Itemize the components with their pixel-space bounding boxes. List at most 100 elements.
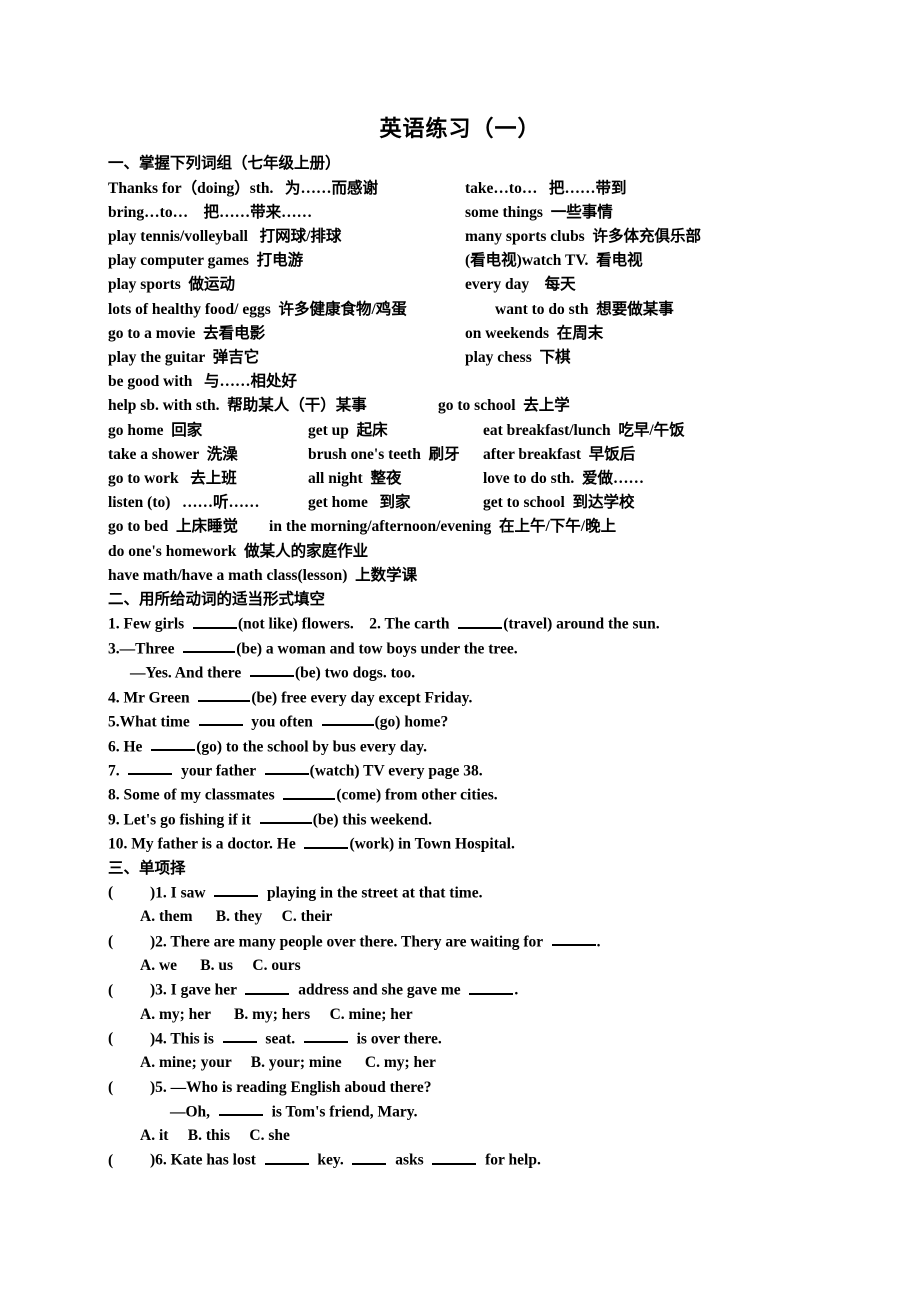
multiple-choice-question-blank[interactable] (303, 1027, 348, 1044)
fill-in-blank-item-text: (work) in Town Hospital. (349, 835, 515, 853)
fill-in-blank-item-text: 5.What time (108, 713, 198, 731)
multiple-choice-question-text: . (514, 981, 519, 999)
multiple-choice-options[interactable]: A. mine; your B. your; mine C. my; her (108, 1051, 908, 1075)
fill-in-blank-item-blank[interactable] (249, 661, 294, 678)
vocab-entry: go to work 去上班 (108, 470, 237, 488)
multiple-choice-question-blank[interactable] (551, 930, 596, 946)
fill-in-blank-item-blank[interactable] (151, 735, 196, 751)
multiple-choice-question-text: . (596, 932, 601, 950)
fill-in-blank-item-text: (go) home? (374, 713, 449, 731)
vocab-entry: every day 每天 (465, 276, 576, 294)
vocab-entry: love to do sth. 爱做…… (483, 470, 645, 488)
vocab-row: go to work 去上班 all night 整夜 love to do sth… (108, 467, 908, 491)
fill-in-blank-item-text: (watch) TV every page 38. (309, 762, 483, 780)
vocab-entry: bring…to… 把……带来…… (108, 203, 313, 221)
vocab-row: play tennis/volleyball 打网球/排球 many sports… (108, 225, 908, 249)
vocab-row: bring…to… 把……带来…… some things 一些事情 (108, 201, 908, 225)
vocab-entry: play chess 下棋 (465, 349, 571, 367)
fill-in-blank-item-text: (travel) around the sun. (503, 615, 660, 633)
multiple-choice-question-text: )4. This is (150, 1030, 222, 1048)
answer-bracket[interactable]: ( (108, 1076, 150, 1100)
vocabulary-list: Thanks for（doing）sth. 为……而感谢 take…to… 把……… (108, 177, 908, 588)
multiple-choice-question-text: asks (387, 1151, 432, 1169)
multiple-choice-options[interactable]: A. my; her B. my; hers C. mine; her (108, 1003, 908, 1027)
fill-in-blank-item: 8. Some of my classmates (come) from oth… (108, 783, 908, 807)
answer-bracket[interactable]: ( (108, 930, 150, 954)
multiple-choice-question-text: is over there. (348, 1030, 442, 1048)
multiple-choice-question-blank[interactable] (469, 978, 514, 995)
section-two-heading: 二、用所给动词的适当形式填空 (108, 591, 326, 609)
vocab-entry: be good with 与……相处好 (108, 373, 298, 391)
vocab-entry: take…to… 把……带到 (465, 179, 627, 197)
fill-in-blank-item-blank[interactable] (283, 783, 336, 800)
fill-in-blank-item-text: (not like) flowers. 2. The carth (237, 615, 458, 633)
fill-in-blank-item-blank[interactable] (198, 686, 251, 702)
vocab-entry: get home 到家 (308, 494, 411, 512)
fill-in-blank-item-text: —Yes. And there (130, 664, 249, 682)
fill-in-blank-item-blank[interactable] (264, 759, 309, 776)
answer-bracket[interactable]: ( (108, 1027, 150, 1051)
fill-in-blank-item: 1. Few girls (not like) flowers. 2. The … (108, 612, 908, 636)
vocab-entry: go home 回家 (108, 421, 203, 439)
multiple-choice-question: ()5. —Who is reading English aboud there… (108, 1076, 908, 1100)
vocab-entry: do one's homework 做某人的家庭作业 (108, 542, 369, 560)
vocab-entry: after breakfast 早饭后 (483, 445, 636, 463)
vocab-entry: some things 一些事情 (465, 203, 613, 221)
multiple-choice-question-blank[interactable] (352, 1148, 387, 1165)
fill-in-blank-item-blank[interactable] (304, 832, 349, 849)
fill-in-blank-item: 9. Let's go fishing if it (be) this week… (108, 808, 908, 832)
fill-in-blank-item: 5.What time you often (go) home? (108, 710, 908, 734)
multiple-choice-question-text: )1. I saw (150, 884, 214, 902)
fill-in-blank-item-blank[interactable] (458, 612, 503, 629)
vocab-entry: (看电视)watch TV. 看电视 (465, 252, 643, 270)
vocab-entry: want to do sth 想要做某事 (495, 300, 674, 318)
vocab-row: go home 回家 get up 起床 eat breakfast/lunch 吃… (108, 419, 908, 443)
fill-in-blank-item-text: (be) a woman and tow boys under the tree… (236, 639, 518, 657)
multiple-choice-question-blank[interactable] (245, 978, 290, 995)
multiple-choice-options[interactable]: A. them B. they C. their (108, 905, 908, 929)
multiple-choice-question-continuation-blank[interactable] (218, 1100, 263, 1117)
fill-in-blank-item-blank[interactable] (183, 637, 236, 653)
fill-in-blank-item-text: (be) this weekend. (312, 811, 432, 829)
fill-in-blank-item-text: (be) free every day except Friday. (251, 688, 473, 706)
multiple-choice-question-blank[interactable] (214, 881, 259, 898)
vocab-row: go to a movie 去看电影 on weekends 在周末 (108, 322, 908, 346)
answer-bracket[interactable]: ( (108, 1149, 150, 1173)
fill-in-blank-item-text: 6. He (108, 737, 151, 755)
multiple-choice-options[interactable]: A. it B. this C. she (108, 1124, 908, 1148)
fill-in-blank-item-blank[interactable] (198, 710, 243, 727)
multiple-choice-question-text: playing in the street at that time. (259, 884, 483, 902)
fill-in-blank-item: 4. Mr Green (be) free every day except F… (108, 686, 908, 710)
fill-in-blank-item-text: 1. Few girls (108, 615, 192, 633)
fill-in-blank-item-text: (go) to the school by bus every day. (196, 737, 427, 755)
fill-in-blank-item-blank[interactable] (259, 808, 312, 825)
multiple-choice-options[interactable]: A. we B. us C. ours (108, 954, 908, 978)
fill-in-blank-item-blank[interactable] (128, 759, 173, 776)
vocab-entry: brush one's teeth 刷牙 (308, 445, 460, 463)
vocab-entry: play tennis/volleyball 打网球/排球 (108, 228, 342, 245)
fill-in-blank-item-text: 7. (108, 762, 128, 780)
multiple-choice-question-text: address and she gave me (290, 981, 469, 999)
vocab-entry: listen (to) ……听…… (108, 494, 260, 512)
multiple-choice-question-blank[interactable] (264, 1148, 309, 1165)
vocab-entry: all night 整夜 (308, 470, 402, 488)
answer-bracket[interactable]: ( (108, 881, 150, 905)
vocab-entry: Thanks for（doing）sth. 为……而感谢 (108, 179, 379, 197)
page-title: 英语练习（一） (379, 116, 541, 141)
fill-in-blank-item-text: 9. Let's go fishing if it (108, 811, 259, 829)
multiple-choice-question-text: )2. There are many people over there. Th… (150, 932, 551, 950)
multiple-choice-question-blank[interactable] (432, 1148, 477, 1165)
vocab-row: listen (to) ……听…… get home 到家 get to schoo… (108, 491, 908, 515)
multiple-choice-question-blank[interactable] (222, 1027, 257, 1044)
fill-in-blank-item-blank[interactable] (321, 710, 374, 727)
multiple-choice-question-text: seat. (257, 1030, 303, 1048)
vocab-row: lots of healthy food/ eggs 许多健康食物/鸡蛋 want… (108, 298, 908, 322)
multiple-choice-question-text: )5. —Who is reading English aboud there? (150, 1078, 432, 1096)
fill-in-blank-item: 7. your father (watch) TV every page 38. (108, 759, 908, 783)
fill-in-blank-item-text: your father (173, 762, 264, 780)
vocab-entry: eat breakfast/lunch 吃早/午饭 (483, 421, 685, 439)
fill-in-blank-item-text: 10. My father is a doctor. He (108, 835, 304, 853)
fill-in-blank-item-blank[interactable] (192, 612, 237, 629)
fill-in-blank-item: 3.—Three (be) a woman and tow boys under… (108, 637, 908, 661)
answer-bracket[interactable]: ( (108, 979, 150, 1003)
